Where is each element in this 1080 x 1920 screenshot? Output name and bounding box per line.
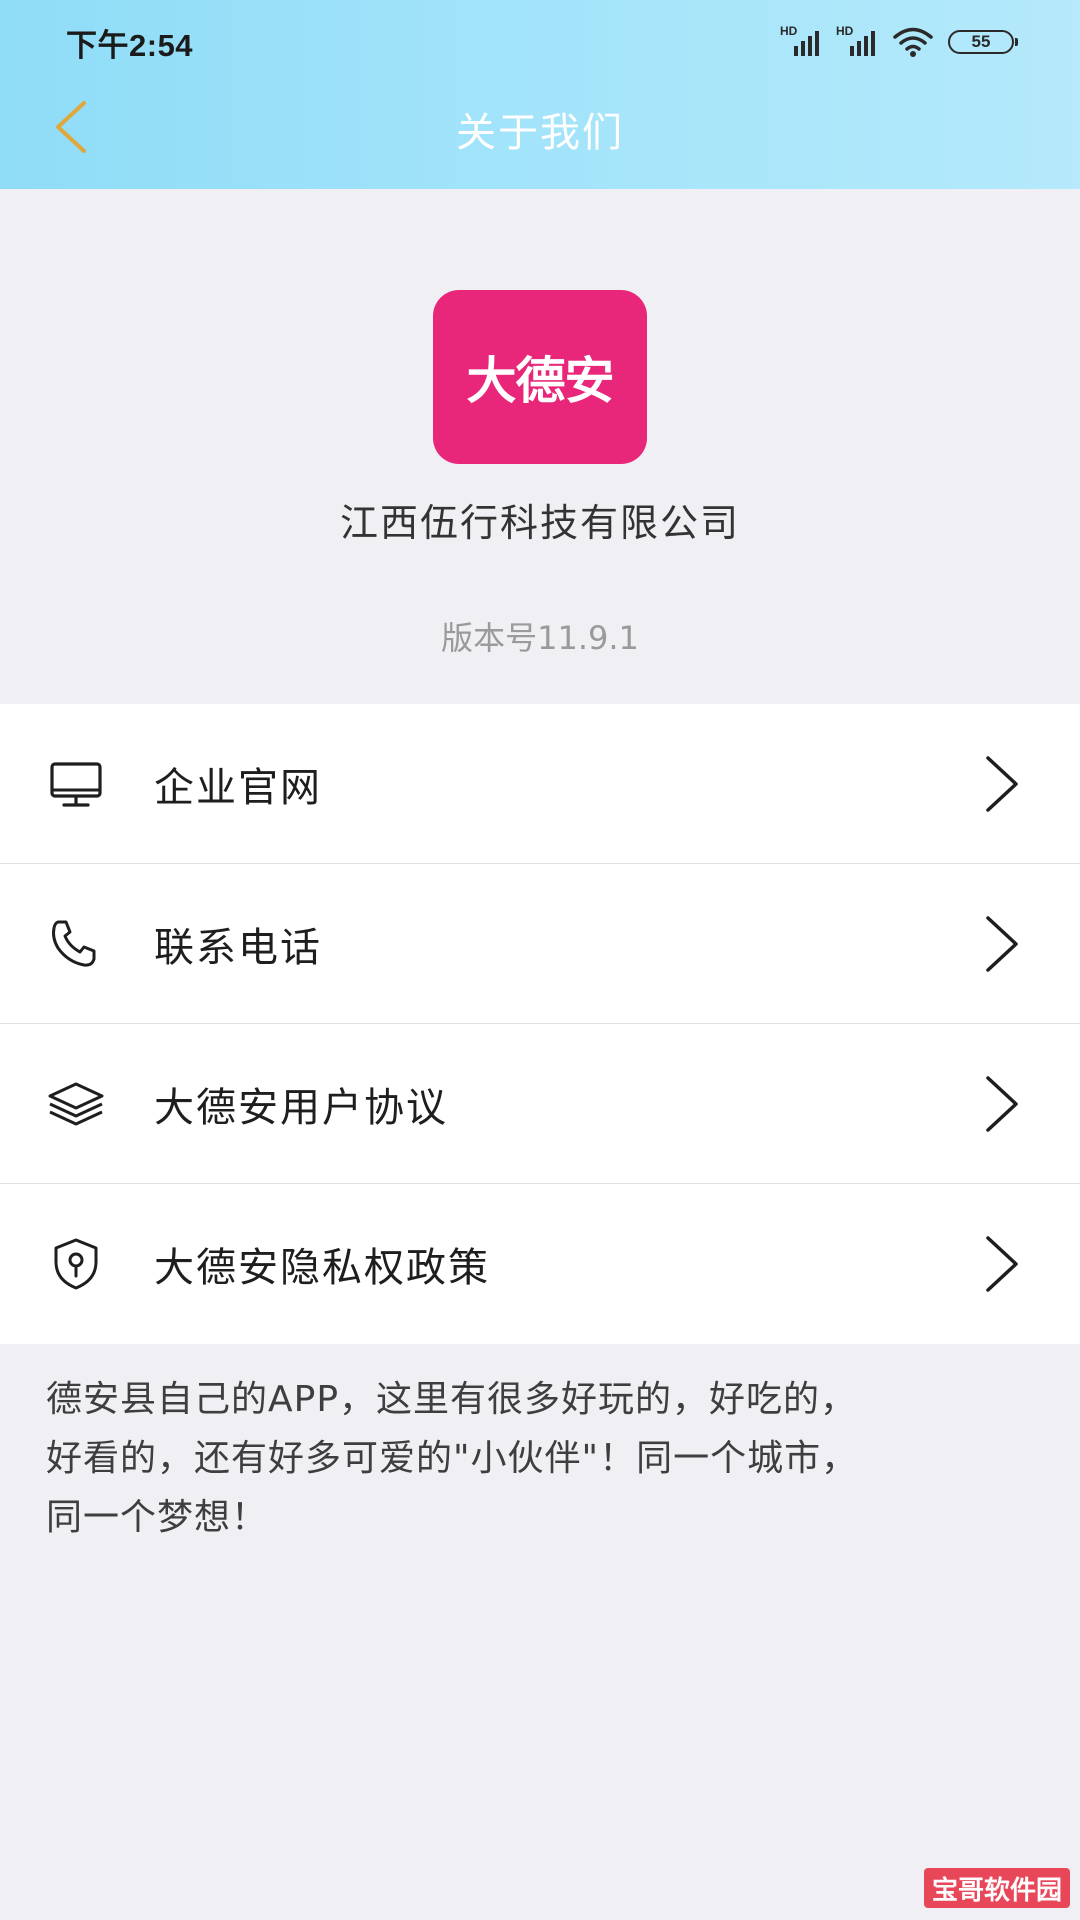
- app-header: 下午2:54 HD HD 55 关于我们: [0, 0, 1080, 189]
- battery-icon: 55: [948, 30, 1018, 54]
- description-line-3: 同一个梦想！: [46, 1497, 269, 1538]
- menu-label-phone: 联系电话: [154, 924, 322, 971]
- signal-icon: HD: [780, 24, 822, 58]
- signal-icon-2: HD: [836, 24, 878, 58]
- watermark: 宝哥软件园: [923, 1868, 1070, 1908]
- menu-item-user-agreement[interactable]: 大德安用户协议: [0, 1024, 1080, 1184]
- chevron-right-icon: [986, 1075, 1018, 1132]
- status-time: 下午2:54: [66, 28, 194, 63]
- menu-label-website: 企业官网: [154, 764, 322, 811]
- chevron-right-icon: [986, 915, 1018, 972]
- menu-label-privacy-policy: 大德安隐私权政策: [154, 1245, 490, 1291]
- shield-key-icon: [54, 1238, 98, 1290]
- description-line-1: 德安县自己的APP，这里有很多好玩的，好吃的，: [46, 1379, 858, 1420]
- menu-item-privacy-policy[interactable]: 大德安隐私权政策: [0, 1184, 1080, 1344]
- phone-icon: [52, 920, 96, 967]
- status-icons: HD HD 55: [780, 24, 1018, 60]
- page-title: 关于我们: [456, 110, 624, 156]
- version-label: 版本号11.9.1: [441, 619, 639, 657]
- company-name: 江西伍行科技有限公司: [339, 501, 740, 545]
- about-menu: 企业官网 联系电话 大德安用户协议 大德安隐私权政策: [0, 704, 1080, 1344]
- app-description: 德安县自己的APP，这里有很多好玩的，好吃的， 好看的，还有好多可爱的"小伙伴"…: [46, 1370, 1036, 1547]
- monitor-icon: [50, 761, 102, 807]
- layers-icon: [48, 1082, 104, 1125]
- menu-label-user-agreement: 大德安用户协议: [154, 1084, 448, 1131]
- chevron-right-icon: [986, 755, 1018, 812]
- app-logo: 大德安: [433, 290, 647, 464]
- menu-item-phone[interactable]: 联系电话: [0, 864, 1080, 1024]
- chevron-right-icon: [986, 1236, 1018, 1292]
- menu-item-website[interactable]: 企业官网: [0, 704, 1080, 864]
- status-bar: 下午2:54 HD HD 55: [0, 0, 1080, 80]
- description-line-2: 好看的，还有好多可爱的"小伙伴"！同一个城市，: [46, 1438, 859, 1479]
- wifi-icon: [893, 27, 933, 57]
